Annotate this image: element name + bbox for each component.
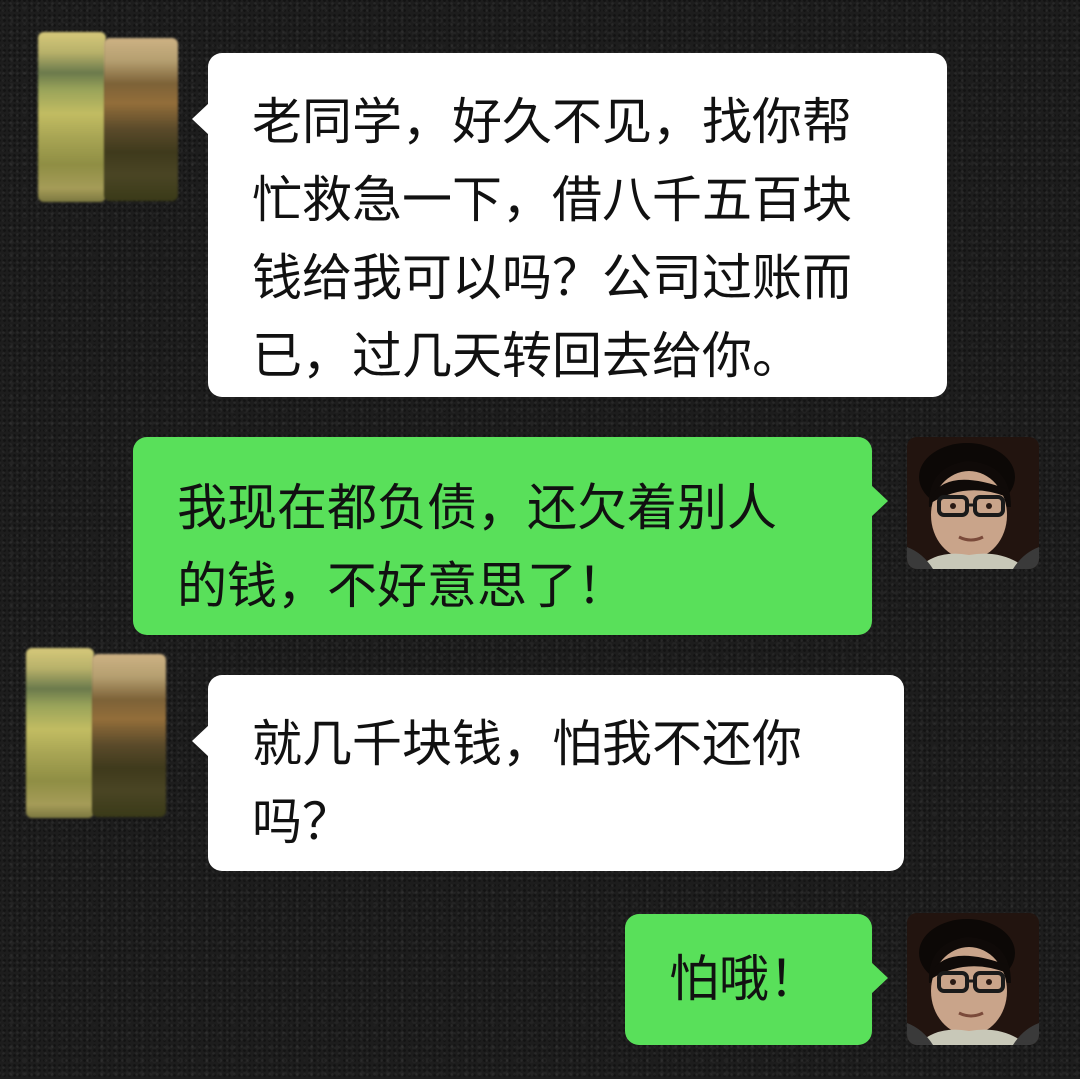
message-line: 已，过几天转回去给你。 [252,327,802,385]
my-avatar[interactable] [907,913,1039,1045]
chat-view: 老同学，好久不见，找你帮 忙救急一下，借八千五百块 钱给我可以吗？公司过账而 已… [0,0,1080,1079]
contact-avatar[interactable] [38,32,178,202]
message-line: 我现在都负债，还欠着别人 [177,479,777,537]
message-line: 就几千块钱，怕我不还你 [252,715,802,773]
my-avatar[interactable] [907,437,1039,569]
message-line: 的钱，不好意思了！ [177,557,627,615]
message-line: 吗？ [252,793,352,851]
message-line: 老同学，好久不见，找你帮 [252,93,852,151]
message-line: 钱给我可以吗？公司过账而 [252,249,852,307]
person-avatar-icon [907,913,1039,1045]
message-bubble-sent-2[interactable]: 怕哦！ [625,914,888,1045]
message-bubble-received-1[interactable]: 老同学，好久不见，找你帮 忙救急一下，借八千五百块 钱给我可以吗？公司过账而 已… [192,53,947,397]
person-avatar-icon [907,437,1039,569]
message-bubble-received-2[interactable]: 就几千块钱，怕我不还你 吗？ [192,675,904,871]
contact-avatar[interactable] [26,648,166,818]
message-line: 忙救急一下，借八千五百块 [252,171,852,229]
message-line: 怕哦！ [669,950,819,1008]
blurred-avatar-icon [38,32,106,202]
blurred-avatar-icon [26,648,94,818]
message-bubble-sent-1[interactable]: 我现在都负债，还欠着别人 的钱，不好意思了！ [133,437,888,635]
